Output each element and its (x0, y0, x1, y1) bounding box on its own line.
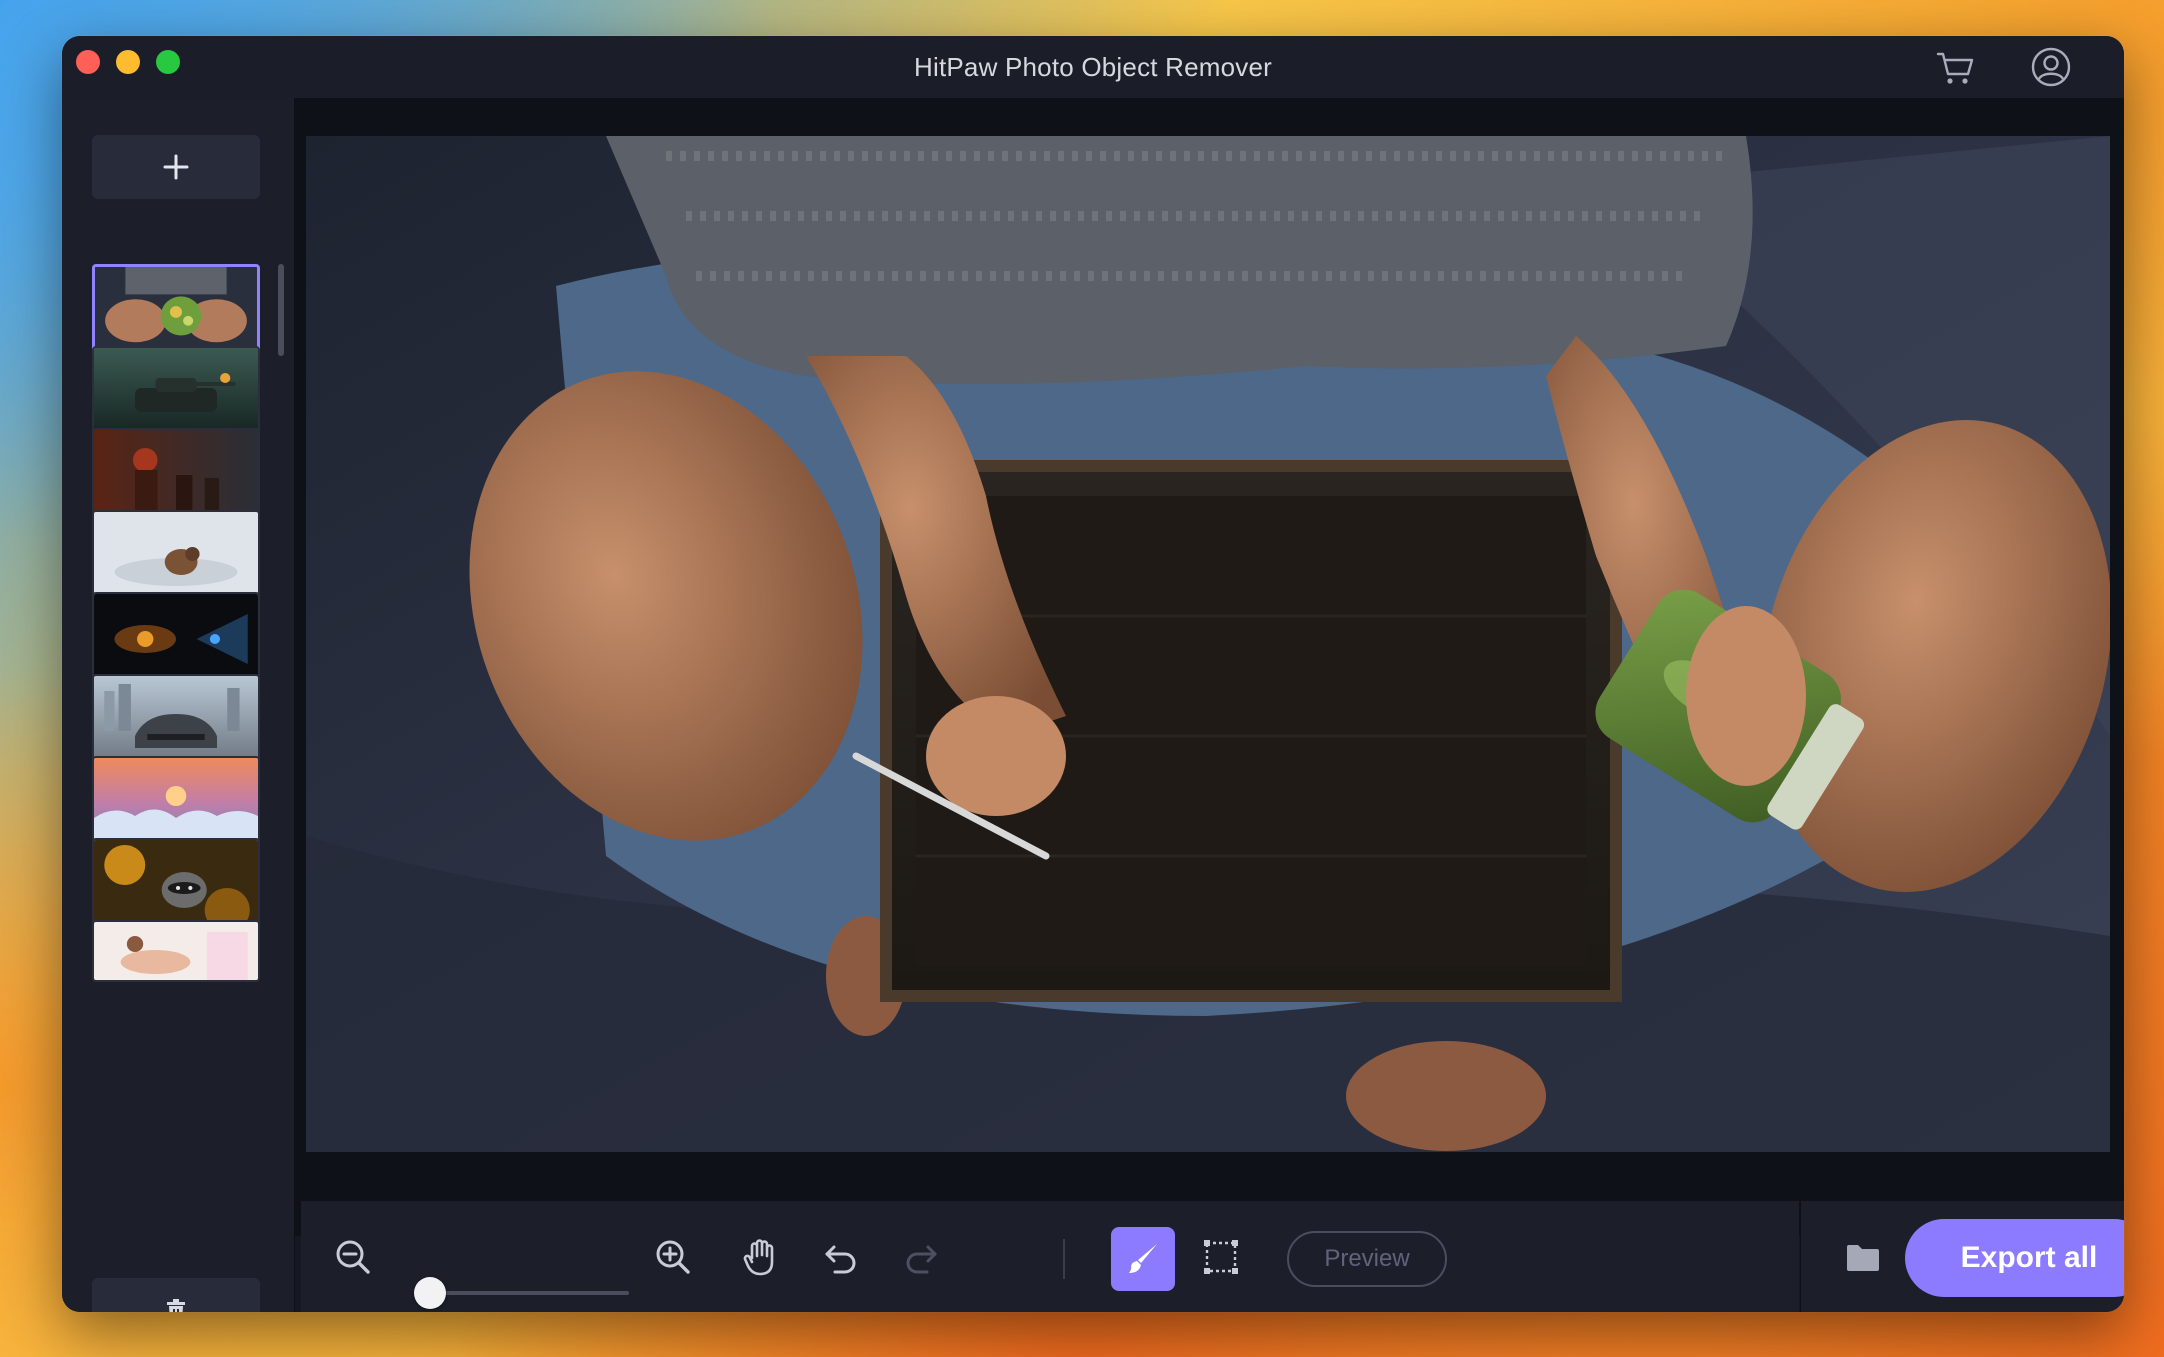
rectangle-select-icon (1204, 1240, 1238, 1274)
add-image-button[interactable] (92, 135, 260, 199)
thumbnail-2[interactable] (92, 346, 260, 440)
undo-icon (825, 1245, 856, 1274)
preview-button[interactable]: Preview (1287, 1231, 1447, 1287)
thumbnail-8[interactable] (92, 838, 260, 932)
thumbnail-5[interactable] (92, 592, 260, 686)
thumbnail-6[interactable] (92, 674, 260, 768)
editing-toolbar: Preview (301, 1200, 1799, 1312)
zoom-slider[interactable] (413, 1277, 629, 1309)
rectangle-select-button[interactable] (1195, 1231, 1247, 1283)
toolbar-divider (1063, 1239, 1065, 1279)
thumbnail-3[interactable] (92, 428, 260, 522)
zoom-out-button[interactable] (327, 1231, 379, 1283)
export-panel: Export all (1800, 1200, 2124, 1312)
thumbnail-scrollbar[interactable] (278, 264, 284, 356)
plus-icon (163, 154, 189, 180)
hand-icon (743, 1239, 774, 1276)
zoom-slider-thumb[interactable] (413, 1277, 446, 1309)
cart-icon[interactable] (1932, 44, 1978, 90)
hand-tool-button[interactable] (735, 1231, 787, 1283)
account-icon[interactable] (2028, 44, 2074, 90)
redo-button[interactable] (895, 1231, 947, 1283)
brush-tool-button[interactable] (1111, 1227, 1175, 1291)
redo-icon (906, 1245, 937, 1274)
image-list-sidebar (62, 98, 295, 1312)
thumbnail-9[interactable] (92, 920, 260, 982)
delete-image-button[interactable] (92, 1278, 260, 1312)
app-window: HitPaw Photo Object Remover Preview Expo… (62, 36, 2124, 1312)
folder-icon (1847, 1245, 1879, 1271)
brush-icon (1129, 1244, 1157, 1273)
thumbnail-4[interactable] (92, 510, 260, 604)
photo-preview[interactable] (306, 136, 2110, 1152)
undo-button[interactable] (815, 1231, 867, 1283)
zoom-in-icon (656, 1240, 690, 1274)
zoom-in-button[interactable] (647, 1231, 699, 1283)
thumbnail-7[interactable] (92, 756, 260, 850)
open-folder-button[interactable] (1843, 1237, 1883, 1277)
trash-icon (167, 1299, 185, 1312)
export-all-button[interactable]: Export all (1905, 1219, 2124, 1297)
title-bar: HitPaw Photo Object Remover (62, 36, 2124, 99)
thumbnail-1[interactable] (92, 264, 260, 358)
window-title: HitPaw Photo Object Remover (914, 52, 1272, 82)
zoom-out-icon (336, 1240, 370, 1274)
